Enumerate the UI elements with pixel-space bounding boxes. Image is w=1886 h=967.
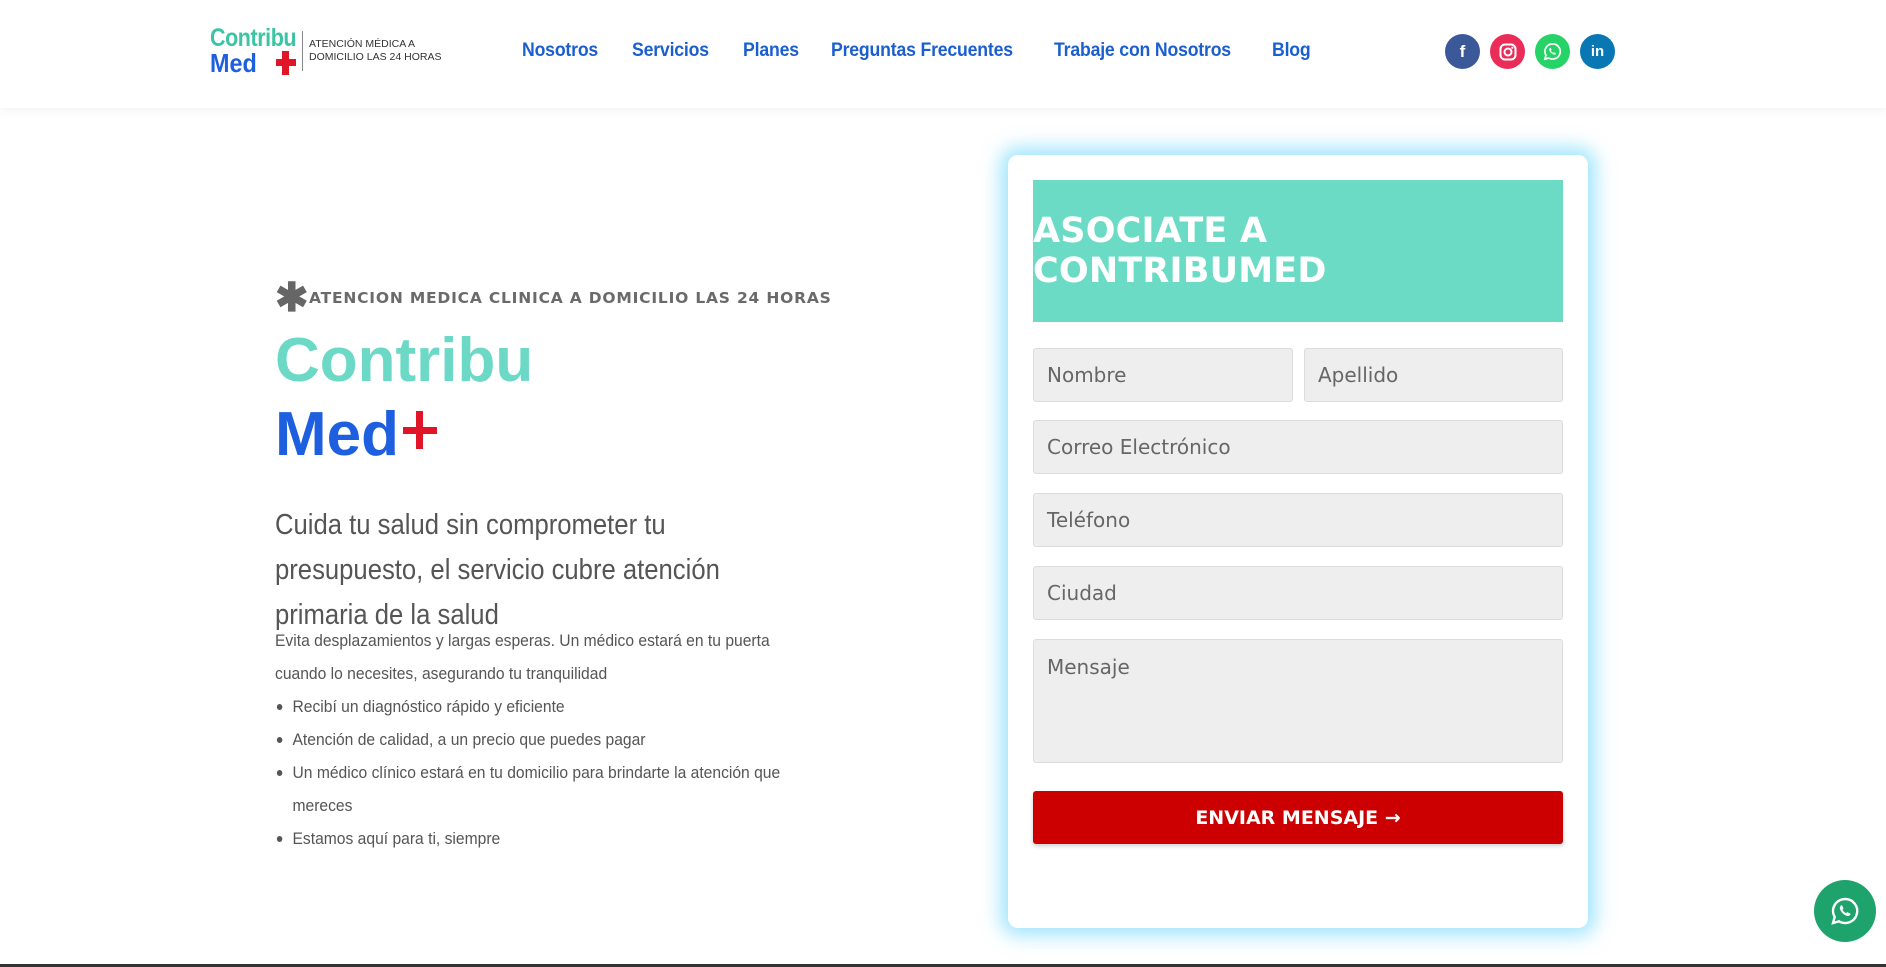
linkedin-glyph: in	[1590, 43, 1605, 60]
facebook-icon[interactable]: f	[1445, 34, 1480, 69]
eyebrow-text: ATENCION MEDICA CLINICA A DOMICILIO LAS …	[309, 289, 832, 307]
instagram-glyph	[1499, 43, 1516, 60]
apellido-field[interactable]: Apellido	[1304, 348, 1563, 402]
nombre-field[interactable]: Nombre	[1033, 348, 1293, 402]
facebook-glyph: f	[1459, 41, 1466, 61]
site-logo[interactable]: Contribu Med ATENCIÓN MÉDICA A DOMICILIO…	[210, 26, 459, 78]
hero-brand-line1: Contribu	[275, 326, 534, 395]
asterisk-icon: ✱	[275, 276, 309, 320]
whatsapp-glyph	[1543, 43, 1562, 61]
whatsapp-icon[interactable]	[1535, 34, 1570, 69]
whatsapp-float-glyph	[1831, 897, 1859, 925]
main-nav: Nosotros Servicios Planes Preguntas Frec…	[522, 40, 1342, 62]
submit-button[interactable]: ENVIAR MENSAJE →	[1033, 791, 1563, 844]
logo-line2: Med	[210, 48, 257, 78]
instagram-icon[interactable]	[1490, 34, 1525, 69]
logo-tagline: ATENCIÓN MÉDICA A DOMICILIO LAS 24 HORAS	[309, 38, 442, 63]
site-header: Contribu Med ATENCIÓN MÉDICA A DOMICILIO…	[0, 0, 1886, 108]
submit-label: ENVIAR MENSAJE →	[1195, 806, 1401, 829]
list-item: Atención de calidad, a un precio que pue…	[275, 723, 818, 756]
hero-eyebrow: ✱ ATENCION MEDICA CLINICA A DOMICILIO LA…	[275, 276, 832, 320]
message-field[interactable]: Mensaje	[1033, 639, 1563, 763]
hero-brand-med: Med	[275, 400, 399, 469]
social-links: f in	[1445, 34, 1615, 69]
hero-subheading: Cuida tu salud sin comprometer tu presup…	[275, 509, 720, 631]
phone-field[interactable]: Teléfono	[1033, 493, 1563, 547]
list-item: Recibí un diagnóstico rápido y eficiente	[275, 690, 818, 723]
list-item: Estamos aquí para ti, siempre	[275, 822, 818, 855]
hero-brand-line2: Med	[275, 400, 437, 470]
form-header: ASOCIATE A CONTRIBUMED	[1033, 180, 1563, 322]
email-field[interactable]: Correo Electrónico	[1033, 420, 1563, 474]
logo-mark: Contribu Med	[210, 26, 297, 78]
nav-planes[interactable]: Planes	[743, 40, 799, 62]
list-item: Un médico clínico estará en tu domicilio…	[275, 756, 818, 822]
nav-preguntas-frecuentes[interactable]: Preguntas Frecuentes	[831, 40, 1013, 62]
signup-form-card: ASOCIATE A CONTRIBUMED Nombre Apellido C…	[1008, 155, 1588, 928]
red-plus-icon	[403, 411, 437, 449]
nav-nosotros[interactable]: Nosotros	[522, 40, 598, 62]
nav-servicios[interactable]: Servicios	[632, 40, 709, 62]
whatsapp-float-icon[interactable]	[1814, 880, 1876, 942]
benefits-list: Recibí un diagnóstico rápido y eficiente…	[275, 690, 818, 855]
hero-intro: Evita desplazamientos y largas esperas. …	[275, 631, 770, 683]
hero-body: Evita desplazamientos y largas esperas. …	[275, 624, 818, 855]
linkedin-icon[interactable]: in	[1580, 34, 1615, 69]
logo-divider	[302, 31, 303, 71]
logo-plus-icon	[276, 51, 296, 75]
form-title: ASOCIATE A CONTRIBUMED	[1033, 211, 1327, 291]
nav-blog[interactable]: Blog	[1272, 40, 1311, 62]
nav-trabaje-con-nosotros[interactable]: Trabaje con Nosotros	[1054, 40, 1231, 62]
city-field[interactable]: Ciudad	[1033, 566, 1563, 620]
